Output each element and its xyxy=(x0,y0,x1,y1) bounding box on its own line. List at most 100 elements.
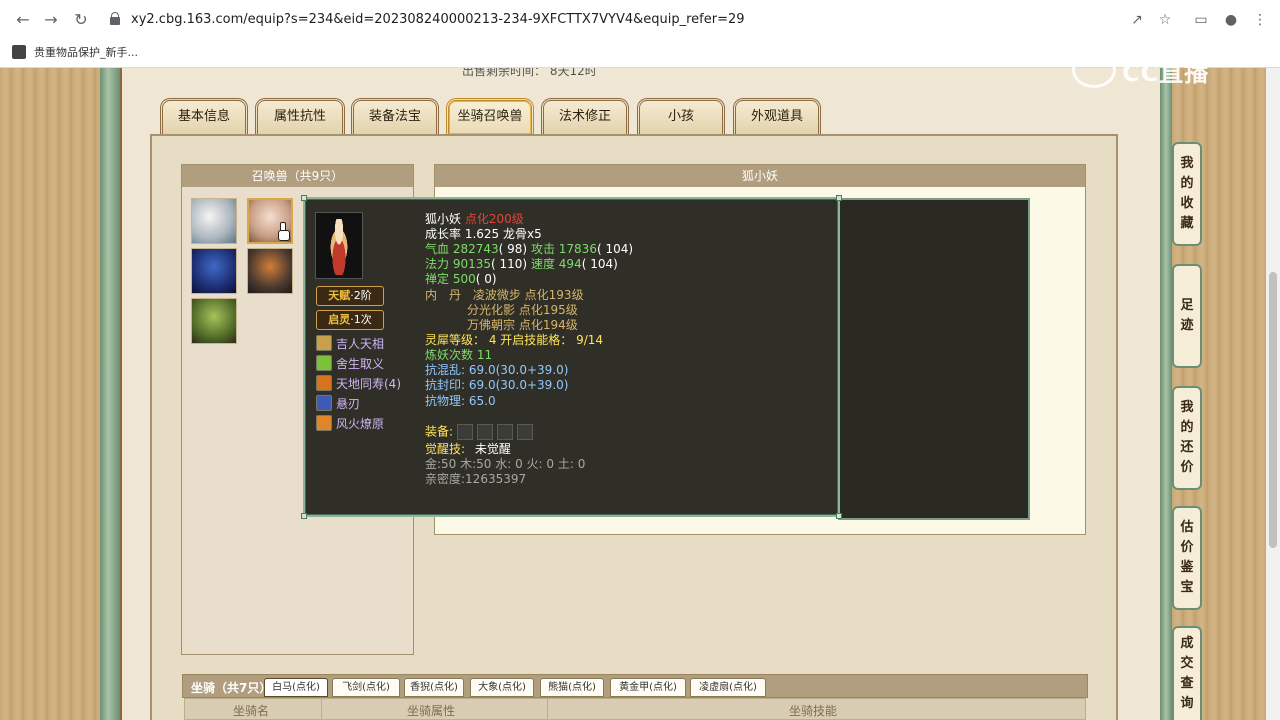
menu-kebab-icon[interactable]: ⋮ xyxy=(1249,9,1271,31)
url-text[interactable]: xy2.cbg.163.com/equip?s=234&eid=20230824… xyxy=(131,12,745,27)
mp-label: 法力 xyxy=(425,257,450,271)
mount-section-title: 坐骑（共7只） xyxy=(191,681,272,695)
skill-item: 吉人天相 xyxy=(316,334,384,352)
summon-avatar-1[interactable] xyxy=(191,198,237,244)
profile-icon[interactable]: ● xyxy=(1220,9,1242,31)
button-char: 询 xyxy=(1180,696,1194,711)
column-header: 坐骑属性 xyxy=(407,704,456,718)
mount-tab[interactable]: 大象(点化) xyxy=(470,678,534,697)
button-char: 足 xyxy=(1180,298,1194,313)
share-icon[interactable]: ↗ xyxy=(1126,9,1148,31)
resist-phys-value: 65.0 xyxy=(468,394,496,408)
mount-tab[interactable]: 凌虚扇(点化) xyxy=(690,678,766,697)
tab-appearance-items[interactable]: 外观道具 xyxy=(733,98,821,134)
soul-label: 灵犀等级： xyxy=(425,333,486,347)
equip-slot[interactable] xyxy=(476,424,493,440)
tab-basic-info[interactable]: 基本信息 xyxy=(160,98,248,134)
tab-spell-correction[interactable]: 法术修正 xyxy=(541,98,629,134)
neidan-item: 凌波微步 点化193级 xyxy=(472,288,584,302)
awaken-row: 觉醒技: 未觉醒 xyxy=(425,442,511,457)
back-arrow-icon[interactable]: ← xyxy=(12,9,34,31)
resist-phys-label: 抗物理: xyxy=(425,394,466,408)
pet-name: 狐小妖 xyxy=(425,212,462,226)
button-char: 收 xyxy=(1180,196,1194,211)
tab-mounts-summons[interactable]: 坐骑召唤兽 xyxy=(446,98,534,134)
mount-tab[interactable]: 飞剑(点化) xyxy=(332,678,400,697)
footprint-button[interactable]: 足 迹 xyxy=(1172,264,1202,368)
corner-ornament xyxy=(301,195,307,201)
side-panel-icon[interactable]: ▭ xyxy=(1190,9,1212,31)
tab-child[interactable]: 小孩 xyxy=(637,98,725,134)
column-divider xyxy=(547,699,548,720)
reload-icon[interactable]: ↻ xyxy=(70,9,92,31)
lock-icon xyxy=(110,12,120,25)
refine-value: 11 xyxy=(476,348,493,362)
column-header: 坐骑技能 xyxy=(789,704,838,718)
cc-live-watermark: CC直播 xyxy=(1072,52,1209,88)
tab-attributes[interactable]: 属性抗性 xyxy=(255,98,345,134)
skill-sacrifice-icon xyxy=(316,355,332,371)
corner-ornament xyxy=(301,513,307,519)
soul-row: 灵犀等级： 4 开启技能格： 9/14 xyxy=(425,333,603,348)
skill-label: 吉人天相 xyxy=(336,336,385,351)
skill-label: 风火燎原 xyxy=(336,416,385,431)
awaken-value: 未觉醒 xyxy=(474,442,511,456)
mount-tab[interactable]: 黄金甲(点化) xyxy=(610,678,686,697)
button-char: 藏 xyxy=(1180,216,1194,231)
skill-item: 风火燎原 xyxy=(316,414,384,432)
skill-label: 悬刃 xyxy=(336,396,361,411)
equip-slot[interactable] xyxy=(496,424,513,440)
transaction-query-button[interactable]: 成 交 查 询 xyxy=(1172,626,1202,720)
summon-avatar-5[interactable] xyxy=(191,298,237,344)
equip-label: 装备: xyxy=(425,424,454,439)
spd-base: ( 104) xyxy=(581,257,618,271)
neidan-item: 万佛朝宗 点化194级 xyxy=(467,318,578,332)
hp-value: 282743 xyxy=(452,242,499,256)
mount-tab[interactable]: 熊猫(点化) xyxy=(540,678,604,697)
summon-avatar-3[interactable] xyxy=(191,248,237,294)
page-scrollbar[interactable] xyxy=(1266,68,1280,720)
hp-label: 气血 xyxy=(425,242,450,256)
bookmark-item[interactable]: 贵重物品保护_新手... xyxy=(12,43,138,61)
spirit-label: 启灵 xyxy=(328,313,351,326)
summon-detail-header: 狐小妖 xyxy=(435,165,1085,187)
mount-tab[interactable]: 白马(点化) xyxy=(264,678,328,697)
equip-row: 装备: xyxy=(425,424,537,440)
resist-phys-row: 抗物理: 65.0 xyxy=(425,394,496,409)
resist-seal-row: 抗封印: 69.0(30.0+39.0) xyxy=(425,378,568,393)
address-bar[interactable]: xy2.cbg.163.com/equip?s=234&eid=20230824… xyxy=(100,6,1180,34)
sale-remaining-time: 出售剩余时间： 8天12时 xyxy=(462,68,597,78)
equip-slot[interactable] xyxy=(456,424,473,440)
skill-item: 舍生取义 xyxy=(316,354,384,372)
scrollbar-thumb[interactable] xyxy=(1269,272,1277,548)
skill-label: 舍生取义 xyxy=(336,356,385,371)
my-counteroffer-button[interactable]: 我 的 还 价 xyxy=(1172,386,1202,490)
spirit-badge: 启灵·1次 xyxy=(316,310,384,330)
growth-rate: 成长率 1.625 龙骨x5 xyxy=(425,227,542,241)
equip-slot[interactable] xyxy=(516,424,533,440)
button-char: 鉴 xyxy=(1180,560,1194,575)
focus-base: ( 0) xyxy=(475,272,497,286)
talent-value: 2阶 xyxy=(353,289,372,302)
tab-equipment[interactable]: 装备法宝 xyxy=(351,98,439,134)
resist-seal-label: 抗封印: xyxy=(425,378,466,392)
refine-label: 炼妖次数 xyxy=(425,348,474,362)
my-favorites-button[interactable]: 我 的 收 藏 xyxy=(1172,142,1202,246)
summon-avatar-4[interactable] xyxy=(247,248,293,294)
appraisal-button[interactable]: 估 价 鉴 宝 xyxy=(1172,506,1202,610)
button-char: 价 xyxy=(1180,460,1194,475)
mount-tab[interactable]: 香猊(点化) xyxy=(404,678,464,697)
bookmark-label: 贵重物品保护_新手... xyxy=(34,46,138,59)
neidan-label: 内 丹 xyxy=(425,288,462,302)
star-icon[interactable]: ☆ xyxy=(1154,9,1176,31)
atk-value: 17836 xyxy=(558,242,597,256)
skill-fortune-icon xyxy=(316,335,332,351)
spd-label: 速度 xyxy=(530,257,555,271)
forward-arrow-icon[interactable]: → xyxy=(40,9,62,31)
jade-pillar-right xyxy=(1160,68,1172,720)
button-char: 成 xyxy=(1180,636,1194,651)
column-header: 坐骑名 xyxy=(233,704,270,718)
neidan-row-1: 内 丹 凌波微步 点化193级 xyxy=(425,288,584,303)
mp-value: 90135 xyxy=(452,257,492,271)
intimacy: 亲密度:12635397 xyxy=(425,472,527,486)
